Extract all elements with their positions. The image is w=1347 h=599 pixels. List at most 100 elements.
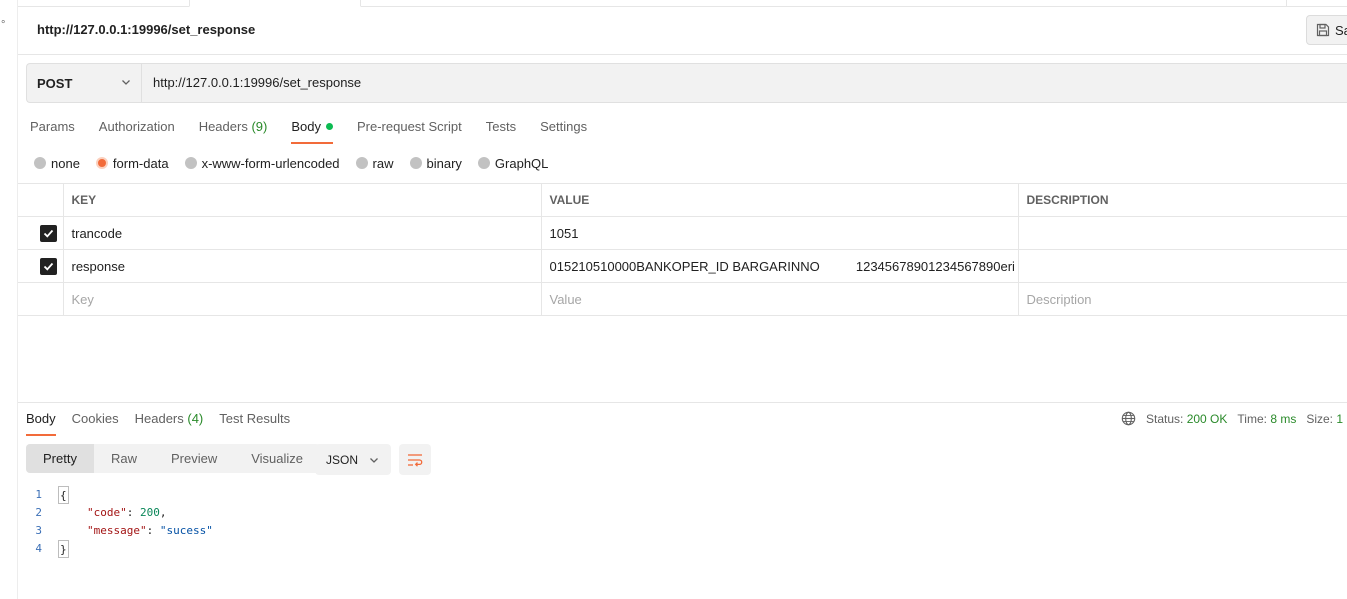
radio-circle bbox=[355, 157, 368, 169]
key-placeholder[interactable]: Key bbox=[63, 282, 542, 316]
wrap-lines-icon bbox=[408, 453, 423, 467]
response-tab-cookies[interactable]: Cookies bbox=[72, 410, 119, 436]
tab-label: Test Results bbox=[219, 411, 291, 426]
value-cell[interactable]: 015210510000BANKOPER_ID BARGARINNO 12345… bbox=[541, 249, 1019, 283]
request-title-row: http://127.0.0.1:19996/set_response Sa bbox=[18, 7, 1347, 55]
view-visualize-button[interactable]: Visualize bbox=[234, 444, 320, 473]
tab-label: Body bbox=[291, 119, 321, 134]
tab-label: Cookies bbox=[71, 411, 119, 426]
key-header: KEY bbox=[63, 183, 542, 217]
checkbox-header bbox=[18, 183, 64, 217]
response-meta: Status: 200 OK Time: 8 ms Size: 1 bbox=[1121, 411, 1343, 426]
radio-circle bbox=[184, 157, 197, 169]
chevron-down-icon bbox=[370, 458, 378, 463]
key-cell[interactable]: response bbox=[63, 249, 542, 283]
form-data-table: KEY VALUE DESCRIPTION trancode 1051 resp… bbox=[18, 183, 1347, 316]
line-number: 3 bbox=[35, 524, 42, 537]
table-row-empty: Key Value Description bbox=[18, 282, 1347, 316]
checkmark-icon bbox=[43, 229, 54, 238]
tab-settings[interactable]: Settings bbox=[540, 118, 587, 144]
url-input[interactable] bbox=[153, 75, 1253, 90]
table-header-row: KEY VALUE DESCRIPTION bbox=[18, 183, 1347, 217]
radio-label: raw bbox=[372, 155, 394, 171]
close-brace: } bbox=[58, 540, 69, 558]
body-type-radio-group: none form-data x-www-form-urlencoded raw… bbox=[34, 155, 564, 171]
time-value[interactable]: 8 ms bbox=[1270, 412, 1296, 426]
description-placeholder[interactable]: Description bbox=[1018, 282, 1347, 316]
radio-circle-selected bbox=[95, 157, 108, 169]
comma: , bbox=[159, 506, 167, 519]
format-select[interactable]: JSON bbox=[315, 444, 391, 475]
response-tab-body[interactable]: Body bbox=[26, 410, 56, 436]
chevron-down-icon bbox=[122, 80, 130, 85]
save-label: Sa bbox=[1335, 22, 1347, 38]
radio-x-www-form-urlencoded[interactable]: x-www-form-urlencoded bbox=[184, 155, 340, 171]
colon: : bbox=[126, 506, 140, 519]
json-number: 200 bbox=[140, 506, 160, 519]
open-brace: { bbox=[58, 486, 69, 504]
tab-label: Tests bbox=[485, 119, 517, 134]
radio-form-data[interactable]: form-data bbox=[95, 155, 169, 171]
code-line: 4 } bbox=[26, 540, 213, 558]
code-line: 2 "code": 200, bbox=[26, 504, 213, 522]
tab-tests[interactable]: Tests bbox=[486, 118, 516, 144]
response-tab-test-results[interactable]: Test Results bbox=[219, 410, 290, 436]
tab-label: Params bbox=[30, 119, 75, 134]
tab-label: Headers bbox=[134, 411, 184, 426]
active-tab-edge[interactable] bbox=[189, 0, 361, 7]
checkmark-icon bbox=[43, 262, 54, 271]
radio-label: form-data bbox=[112, 155, 169, 171]
key-cell[interactable]: trancode bbox=[63, 216, 542, 250]
view-preview-button[interactable]: Preview bbox=[154, 444, 234, 473]
size-label: Size: bbox=[1306, 411, 1334, 426]
radio-raw[interactable]: raw bbox=[355, 155, 394, 171]
view-raw-button[interactable]: Raw bbox=[94, 444, 154, 473]
request-tabs: Params Authorization Headers (9) Body Pr… bbox=[30, 118, 611, 144]
row-checkbox[interactable] bbox=[40, 224, 57, 242]
radio-graphql[interactable]: GraphQL bbox=[477, 155, 549, 171]
body-indicator-dot bbox=[325, 123, 333, 130]
value-placeholder[interactable]: Value bbox=[541, 282, 1019, 316]
tab-body[interactable]: Body bbox=[291, 118, 333, 144]
checkbox-cell bbox=[18, 249, 64, 283]
description-cell[interactable] bbox=[1018, 249, 1347, 283]
url-bar: POST bbox=[26, 63, 1347, 103]
table-row: trancode 1051 bbox=[18, 216, 1347, 250]
method-select[interactable]: POST bbox=[27, 64, 142, 102]
tab-pre-request-script[interactable]: Pre-request Script bbox=[357, 118, 462, 144]
radio-binary[interactable]: binary bbox=[409, 156, 462, 171]
value-cell[interactable]: 1051 bbox=[541, 216, 1019, 250]
response-headers-count: (4) bbox=[187, 411, 204, 426]
response-tab-headers[interactable]: Headers (4) bbox=[135, 410, 204, 436]
radio-none[interactable]: none bbox=[34, 156, 80, 171]
response-divider[interactable] bbox=[18, 402, 1347, 403]
description-cell[interactable] bbox=[1018, 216, 1347, 250]
radio-circle bbox=[477, 157, 490, 169]
code-line: 3 "message": "sucess" bbox=[26, 522, 213, 540]
wrap-lines-button[interactable] bbox=[399, 444, 431, 475]
tab-label: Pre-request Script bbox=[356, 119, 462, 134]
request-title[interactable]: http://127.0.0.1:19996/set_response bbox=[37, 22, 255, 37]
radio-label: x-www-form-urlencoded bbox=[201, 155, 340, 171]
tab-authorization[interactable]: Authorization bbox=[99, 118, 175, 144]
tab-headers[interactable]: Headers (9) bbox=[199, 118, 268, 144]
response-body-code[interactable]: 1 { 2 "code": 200, 3 "message": "sucess"… bbox=[26, 486, 213, 558]
table-row: response 015210510000BANKOPER_ID BARGARI… bbox=[18, 249, 1347, 283]
view-pretty-button[interactable]: Pretty bbox=[26, 444, 94, 473]
json-key: "message" bbox=[87, 524, 147, 537]
row-checkbox[interactable] bbox=[40, 257, 57, 275]
response-tabs: Body Cookies Headers (4) Test Results bbox=[26, 410, 306, 436]
description-header: DESCRIPTION bbox=[1018, 183, 1347, 217]
radio-label: GraphQL bbox=[494, 155, 549, 171]
tab-params[interactable]: Params bbox=[30, 118, 75, 144]
tab-strip bbox=[18, 0, 1347, 7]
tab-label: Body bbox=[26, 411, 56, 426]
status-value[interactable]: 200 OK bbox=[1187, 412, 1228, 426]
size-value[interactable]: 1 bbox=[1336, 412, 1343, 426]
globe-icon[interactable] bbox=[1121, 411, 1136, 426]
line-number: 4 bbox=[35, 542, 42, 555]
save-button[interactable]: Sa bbox=[1306, 15, 1347, 45]
tab-label: Settings bbox=[540, 119, 588, 134]
json-string: "sucess" bbox=[159, 524, 213, 537]
